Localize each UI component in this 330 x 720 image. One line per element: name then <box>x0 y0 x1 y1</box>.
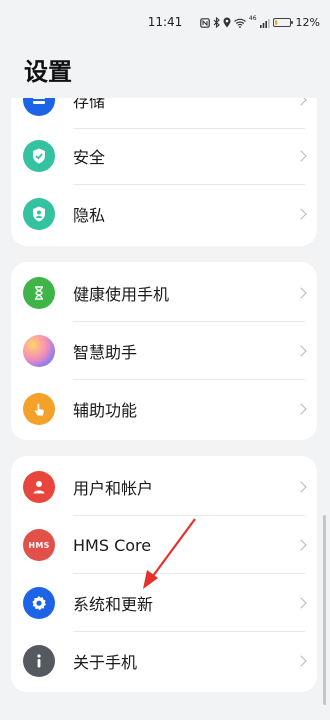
bluetooth-icon <box>213 17 220 28</box>
settings-item-label: 智慧助手 <box>73 343 138 362</box>
scrollbar[interactable] <box>323 515 326 705</box>
privacy-person-shield-icon <box>23 198 55 230</box>
chevron-right-icon <box>295 539 307 551</box>
settings-card-security: 存储 安全 隐私 <box>11 98 317 246</box>
wifi-icon <box>233 18 246 28</box>
battery-percent: 12% <box>295 16 320 29</box>
settings-card-assist: 健康使用手机 智慧助手 辅助功能 <box>11 262 317 440</box>
settings-item-label: 隐私 <box>73 206 106 225</box>
chevron-right-icon <box>295 345 307 357</box>
assistant-orb-icon <box>23 335 55 367</box>
settings-item-security[interactable]: 安全 <box>11 127 317 185</box>
chevron-right-icon <box>295 287 307 299</box>
settings-item-hms-core[interactable]: HMS HMS Core <box>11 516 317 574</box>
settings-item-label: 关于手机 <box>73 653 138 672</box>
chevron-right-icon <box>295 208 307 220</box>
hand-tap-icon <box>23 393 55 425</box>
chevron-right-icon <box>295 150 307 162</box>
shield-check-icon <box>23 140 55 172</box>
chevron-right-icon <box>295 403 307 415</box>
status-bar: 11:41 46 12% <box>0 0 330 44</box>
settings-item-label: 安全 <box>73 148 106 167</box>
settings-item-label: HMS Core <box>73 535 152 555</box>
storage-icon <box>23 98 55 116</box>
settings-item-system-update[interactable]: 系统和更新 <box>11 574 317 632</box>
settings-item-privacy[interactable]: 隐私 <box>11 185 317 243</box>
settings-item-accessibility[interactable]: 辅助功能 <box>11 380 317 438</box>
settings-item-label: 健康使用手机 <box>73 285 170 304</box>
chevron-right-icon <box>295 655 307 667</box>
status-time: 11:41 <box>147 15 183 29</box>
chevron-right-icon <box>295 98 307 106</box>
settings-item-label: 存储 <box>73 98 106 111</box>
settings-item-digital-balance[interactable]: 健康使用手机 <box>11 264 317 322</box>
network-speed-label: 46 <box>248 15 257 22</box>
hms-icon-text: HMS <box>28 540 50 550</box>
battery-icon <box>272 18 293 27</box>
settings-item-users-accounts[interactable]: 用户和帐户 <box>11 458 317 516</box>
location-icon <box>223 17 231 28</box>
battery-level-fill <box>274 20 277 25</box>
hms-icon: HMS <box>23 529 55 561</box>
settings-item-label: 系统和更新 <box>73 595 154 614</box>
nfc-icon <box>200 17 210 28</box>
hourglass-icon <box>23 277 55 309</box>
settings-item-about-phone[interactable]: 关于手机 <box>11 632 317 690</box>
gear-icon <box>23 587 55 619</box>
chevron-right-icon <box>295 481 307 493</box>
settings-item-label: 用户和帐户 <box>73 479 154 498</box>
page-title: 设置 <box>24 58 72 86</box>
status-icons: 46 12% <box>200 15 320 29</box>
info-icon <box>23 645 55 677</box>
settings-item-storage[interactable]: 存储 <box>11 98 317 129</box>
user-icon <box>23 471 55 503</box>
chevron-right-icon <box>295 597 307 609</box>
settings-card-system: 用户和帐户 HMS HMS Core 系统和更新 关于手机 <box>11 456 317 692</box>
signal-icon <box>259 18 270 28</box>
settings-item-label: 辅助功能 <box>73 401 138 420</box>
settings-item-smart-assistant[interactable]: 智慧助手 <box>11 322 317 380</box>
